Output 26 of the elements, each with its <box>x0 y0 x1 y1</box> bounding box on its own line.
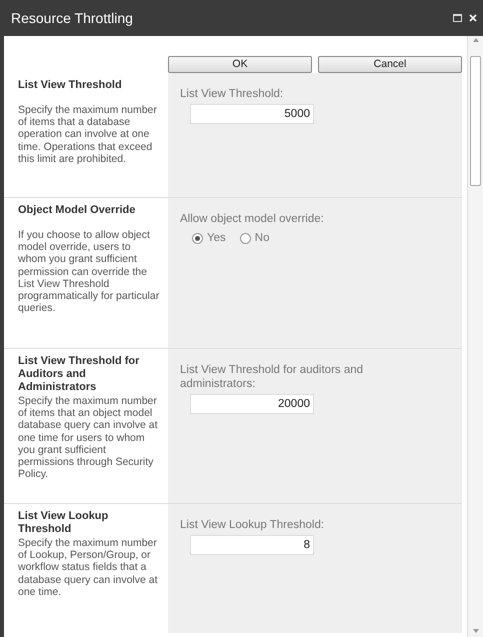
scrollbar[interactable] <box>467 36 483 637</box>
section-description: Specify the maximum number of Lookup, Person/Group, or workflow status fields that a database query can involve at one time. <box>18 537 159 598</box>
input-field[interactable]: 20000 <box>190 394 314 414</box>
dialog-button[interactable]: Cancel <box>318 56 462 73</box>
section-title: List View Lookup Threshold <box>18 510 110 536</box>
radio-option[interactable]: No <box>240 230 270 248</box>
input-field[interactable]: 5000 <box>190 104 314 124</box>
section-description: If you choose to allow object model override, users to whom you grant sufficient permission can override the List View Threshold programmatically for particular queries. <box>18 229 160 314</box>
field-label: List View Threshold: <box>180 87 284 101</box>
scroll-thumb[interactable] <box>470 56 481 186</box>
section-title: List View Threshold <box>18 79 123 92</box>
section-title: Object Model Override <box>18 204 136 217</box>
section-description: Specify the maximum number of items that a database operation can involve at one time. Operations that exceed this limit are prohibited. <box>18 104 158 166</box>
close-icon[interactable] <box>469 14 477 22</box>
section-title: List View Threshold for Auditors and Administrators <box>18 355 140 394</box>
field-label: List View Threshold for auditors and administrators: <box>180 363 364 391</box>
dialog-button[interactable]: OK <box>168 56 312 73</box>
input-field[interactable]: 8 <box>190 535 314 555</box>
field-label: Allow object model override: <box>180 212 325 226</box>
window-title: Resource Throttling <box>11 8 133 28</box>
scroll-down-icon[interactable] <box>472 629 478 633</box>
maximize-icon[interactable] <box>453 14 462 22</box>
radio-option[interactable]: Yes <box>192 230 226 248</box>
section-description: Specify the maximum number of items that an object model database query can involve at one time for users to whom you grant sufficient permissions through Security Policy. <box>18 395 159 480</box>
scroll-up-icon[interactable] <box>472 38 478 42</box>
field-label: List View Lookup Threshold: <box>180 518 326 532</box>
